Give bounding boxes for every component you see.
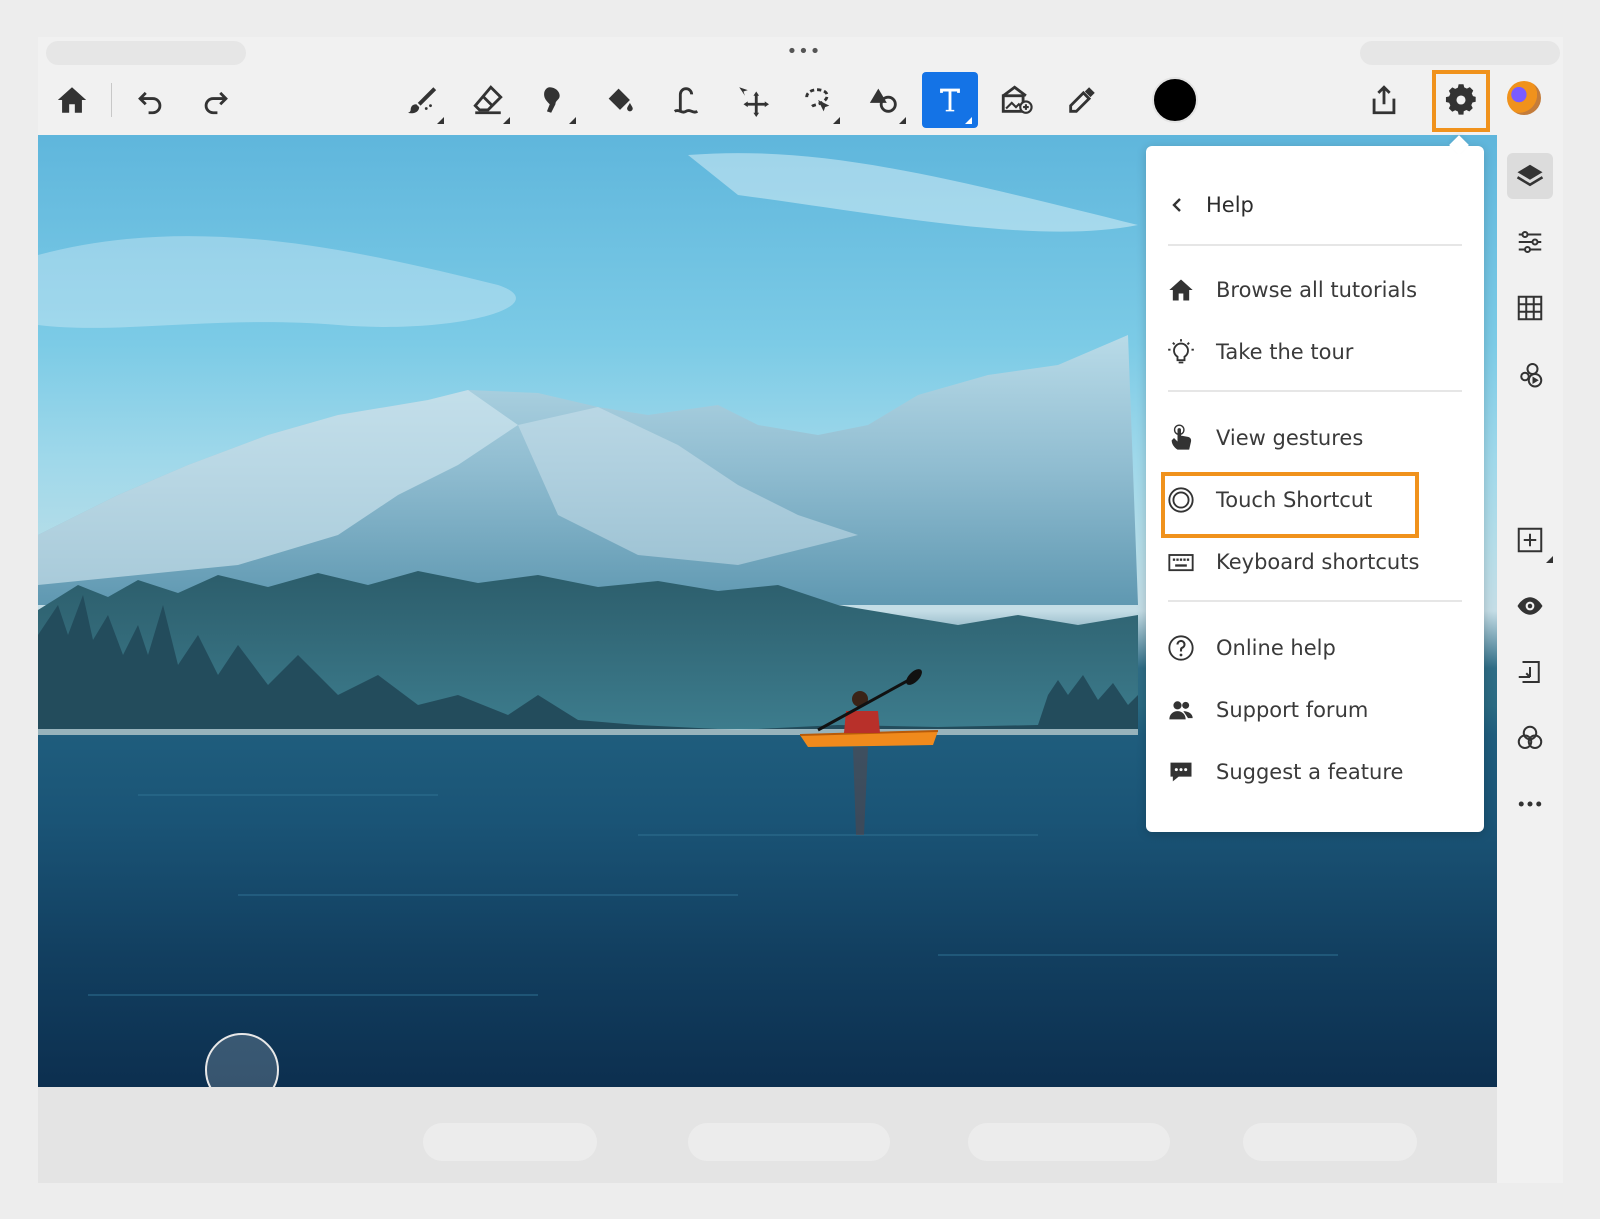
selection-tool[interactable] [790, 72, 846, 128]
share-button[interactable] [1356, 72, 1412, 128]
menu-item-label: Take the tour [1216, 340, 1354, 364]
place-image-tool[interactable] [988, 72, 1044, 128]
status-bar-right [1360, 41, 1560, 65]
livestream-icon [1520, 363, 1543, 388]
grid-icon [1517, 295, 1543, 321]
visibility-button[interactable] [1507, 583, 1553, 629]
right-panel [1497, 135, 1563, 1183]
speech-bubble-icon [1166, 757, 1196, 787]
brush-icon [407, 87, 437, 114]
menu-item-label: Browse all tutorials [1216, 278, 1418, 302]
status-bar-left [46, 41, 246, 65]
bottom-pill-2 [688, 1123, 890, 1161]
share-icon [1372, 85, 1396, 115]
eyedropper-icon [1069, 87, 1095, 113]
merge-down-icon [1518, 661, 1540, 683]
livestream-button[interactable] [1507, 351, 1553, 397]
menu-item-suggest-feature[interactable]: Suggest a feature [1166, 750, 1466, 794]
people-icon [1166, 695, 1196, 725]
multitasking-dots[interactable]: ••• [784, 43, 824, 61]
menu-item-label: Suggest a feature [1216, 760, 1404, 784]
help-back-button[interactable]: Help [1166, 190, 1254, 220]
smudge-tool[interactable] [526, 72, 582, 128]
adjustments-button[interactable] [1507, 219, 1553, 265]
menu-divider [1168, 600, 1462, 602]
merge-down-button[interactable] [1507, 649, 1553, 695]
smudge-icon [544, 87, 560, 113]
question-icon [1166, 633, 1196, 663]
home-icon [57, 87, 87, 113]
add-image-icon [1001, 85, 1033, 114]
grid-button[interactable] [1507, 285, 1553, 331]
menu-item-label: Online help [1216, 636, 1336, 660]
layers-icon [1516, 164, 1544, 187]
plus-square-icon [1517, 527, 1543, 553]
menu-divider [1168, 244, 1462, 246]
redo-icon [204, 91, 228, 115]
more-button[interactable] [1507, 781, 1553, 827]
chevron-left-icon [1172, 198, 1181, 212]
menu-item-label: Support forum [1216, 698, 1369, 722]
eraser-icon [473, 85, 503, 115]
menu-item-label: View gestures [1216, 426, 1364, 450]
layers-button[interactable] [1507, 153, 1553, 199]
shapes-icon [869, 88, 897, 113]
bottom-bar [38, 1087, 1497, 1183]
blend-icon [1517, 725, 1543, 749]
toolbar-divider [111, 83, 112, 117]
home-button[interactable] [44, 72, 100, 128]
menu-item-label: Keyboard shortcuts [1216, 550, 1420, 574]
liquify-tool[interactable] [658, 72, 714, 128]
bottom-pill-3 [968, 1123, 1170, 1161]
current-color-swatch[interactable] [1152, 77, 1198, 123]
brush-tool[interactable] [394, 72, 450, 128]
undo-button[interactable] [122, 72, 178, 128]
menu-item-support-forum[interactable]: Support forum [1166, 688, 1466, 732]
top-toolbar [38, 69, 1563, 137]
fill-tool[interactable] [592, 72, 648, 128]
eraser-tool[interactable] [460, 72, 516, 128]
lasso-icon [805, 88, 830, 112]
add-layer-button[interactable] [1507, 517, 1553, 563]
menu-item-view-gestures[interactable]: View gestures [1166, 416, 1466, 460]
home-icon [1166, 275, 1196, 305]
move-icon [739, 87, 769, 117]
eyedropper-tool[interactable] [1054, 72, 1110, 128]
menu-item-browse-tutorials[interactable]: Browse all tutorials [1166, 268, 1466, 312]
menu-item-online-help[interactable]: Online help [1166, 626, 1466, 670]
transform-tool[interactable] [724, 72, 780, 128]
menu-item-take-tour[interactable]: Take the tour [1166, 330, 1466, 374]
lightbulb-icon [1166, 337, 1196, 367]
redo-button[interactable] [188, 72, 244, 128]
paint-bucket-icon [608, 88, 633, 112]
keyboard-icon [1166, 547, 1196, 577]
eye-icon [1517, 597, 1543, 615]
shape-tool[interactable] [856, 72, 912, 128]
text-tool[interactable] [922, 72, 978, 128]
menu-divider [1168, 390, 1462, 392]
settings-highlight-frame [1432, 70, 1490, 132]
more-icon [1518, 801, 1542, 807]
blend-mode-button[interactable] [1507, 715, 1553, 761]
bottom-pill-4 [1243, 1123, 1417, 1161]
menu-item-keyboard-shortcuts[interactable]: Keyboard shortcuts [1166, 540, 1466, 584]
sliders-icon [1518, 231, 1542, 253]
profile-avatar[interactable] [1507, 81, 1541, 115]
help-menu-title: Help [1206, 193, 1254, 217]
text-icon [940, 88, 960, 112]
liquify-icon [673, 87, 699, 114]
undo-icon [138, 91, 162, 115]
touch-shortcut-highlight-frame [1161, 472, 1419, 538]
gesture-icon [1166, 423, 1196, 453]
bottom-pill-1 [423, 1123, 597, 1161]
